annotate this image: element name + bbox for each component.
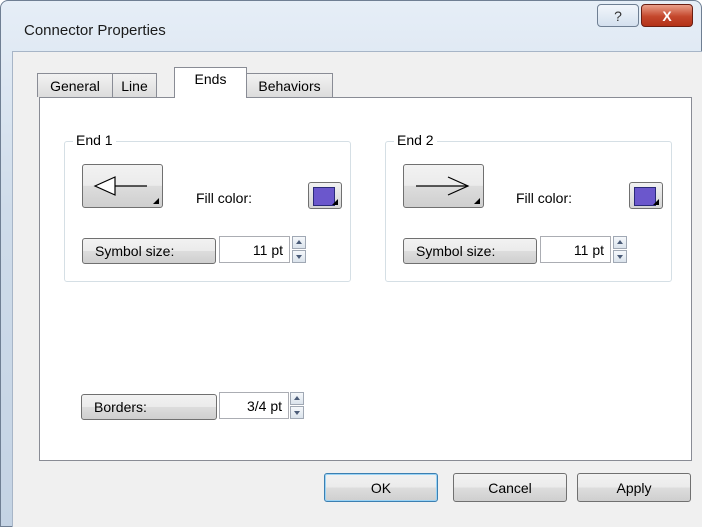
tab-line-label: Line [121, 77, 148, 94]
end2-symbol-size-label: Symbol size: [416, 243, 496, 259]
spin-up-icon[interactable] [613, 236, 627, 249]
dialog-title: Connector Properties [24, 22, 166, 39]
end2-symbol-button[interactable] [403, 164, 484, 208]
tab-ends[interactable]: Ends [174, 67, 247, 98]
spin-down-icon[interactable] [290, 406, 304, 419]
chevron-down-icon [332, 199, 338, 205]
spin-up-icon[interactable] [290, 392, 304, 405]
ok-label: OK [370, 479, 392, 496]
end1-fill-color-label: Fill color: [196, 190, 253, 206]
end1-symbol-size-input[interactable]: 11 pt [219, 236, 290, 263]
arrow-left-open-icon [93, 176, 147, 196]
end2-group-label: End 2 [394, 132, 437, 148]
dialog-client-area: General Line Ends Behaviors End 1 Fill c… [12, 51, 702, 527]
end2-symbol-size-input[interactable]: 11 pt [540, 236, 611, 263]
end1-fill-color-button[interactable] [308, 182, 342, 209]
title-bar[interactable]: Connector Properties ? X [0, 0, 702, 48]
help-icon: ? [614, 7, 622, 24]
end2-fill-color-label: Fill color: [516, 190, 573, 206]
spin-down-icon[interactable] [292, 250, 306, 263]
end1-symbol-size-button[interactable]: Symbol size: [82, 238, 216, 264]
chevron-down-icon [153, 198, 159, 204]
end2-symbol-size-button[interactable]: Symbol size: [403, 238, 537, 264]
borders-input[interactable]: 3/4 pt [219, 392, 289, 419]
end1-symbol-size-value: 11 pt [252, 241, 283, 258]
tab-line[interactable]: Line [112, 73, 157, 97]
borders-label: Borders: [94, 399, 147, 415]
cancel-label: Cancel [488, 479, 532, 496]
end1-symbol-size-spinner[interactable] [292, 236, 306, 263]
tab-general[interactable]: General [37, 73, 113, 97]
close-icon: X [662, 7, 672, 24]
end2-fill-color-button[interactable] [629, 182, 663, 209]
end2-symbol-size-spinner[interactable] [613, 236, 627, 263]
cancel-button[interactable]: Cancel [453, 473, 567, 502]
connector-properties-dialog: Connector Properties ? X General Line En… [0, 0, 702, 527]
borders-spinner[interactable] [290, 392, 304, 419]
spin-down-icon[interactable] [613, 250, 627, 263]
end2-symbol-size-value: 11 pt [573, 241, 604, 258]
tab-ends-label: Ends [194, 71, 227, 87]
apply-button[interactable]: Apply [577, 473, 691, 502]
ends-tab-panel: End 1 Fill color: Symbol size: 11 pt End… [39, 97, 692, 461]
borders-button[interactable]: Borders: [81, 394, 217, 420]
borders-value: 3/4 pt [246, 397, 282, 414]
ok-button[interactable]: OK [324, 473, 438, 502]
close-button[interactable]: X [641, 4, 693, 27]
end1-group: End 1 Fill color: Symbol size: 11 pt [64, 132, 351, 282]
chevron-down-icon [653, 199, 659, 205]
help-button[interactable]: ? [597, 4, 639, 27]
end1-symbol-size-label: Symbol size: [95, 243, 175, 259]
end1-group-label: End 1 [73, 132, 116, 148]
tab-behaviors[interactable]: Behaviors [246, 73, 333, 97]
end1-symbol-button[interactable] [82, 164, 163, 208]
arrow-right-open-icon [416, 176, 470, 196]
end2-group: End 2 Fill color: Symbol size: 11 pt [385, 132, 672, 282]
tab-general-label: General [50, 77, 100, 94]
tab-behaviors-label: Behaviors [258, 77, 321, 94]
chevron-down-icon [474, 198, 480, 204]
apply-label: Apply [616, 479, 652, 496]
spin-up-icon[interactable] [292, 236, 306, 249]
